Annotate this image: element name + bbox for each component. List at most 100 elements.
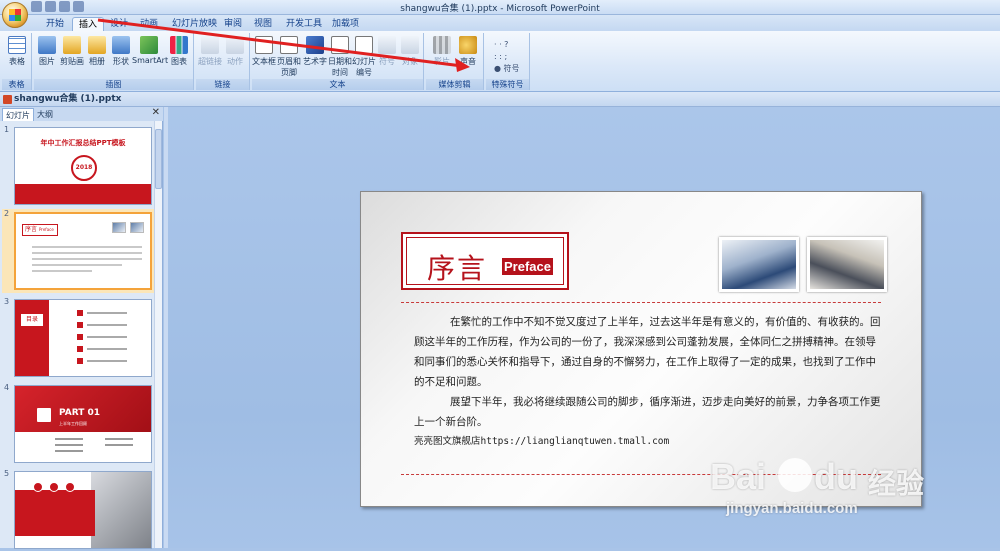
shapes-button[interactable]: 形状 [110, 36, 132, 67]
textbox-button[interactable]: 文本框 [252, 36, 276, 67]
tab-insert[interactable]: 插入 [72, 17, 105, 31]
store-line: 亮亮图文旗舰店https://lianglianqtuwen.tmall.com [414, 436, 670, 447]
slide-thumbnail-1[interactable]: 1 年中工作汇报总结PPT模板 2018 [2, 125, 154, 207]
slide-photo-meeting-1[interactable] [719, 237, 799, 292]
tab-slideshow[interactable]: 幻灯片放映 [166, 17, 223, 31]
date-time-label: 日期和时间 [328, 57, 352, 77]
clipart-button[interactable]: 剪贴画 [60, 36, 84, 67]
action-icon [226, 36, 244, 54]
thumbnail-dot [49, 482, 59, 492]
shapes-icon [112, 36, 130, 54]
group-label-text: 文本 [252, 79, 423, 90]
header-footer-button[interactable]: 页眉和页脚 [276, 36, 302, 78]
pane-splitter[interactable] [164, 107, 168, 548]
slide-number: 4 [4, 383, 10, 392]
thumbnail-text-line [32, 252, 142, 254]
thumbnail-text-line [87, 324, 127, 326]
thumbnail-text-line [55, 444, 83, 446]
slide-title-frame: 序言 Preface [406, 237, 564, 285]
date-time-button[interactable]: 日期和时间 [328, 36, 352, 78]
tab-view[interactable]: 视图 [248, 17, 278, 31]
ribbon-tab-bar: 开始 插入 设计 动画 幻灯片放映 审阅 视图 开发工具 加载项 [0, 15, 1000, 31]
body-paragraph-2: 展望下半年，我必将继续跟随公司的脚步，循序渐进，迈步走向美好的前景，力争各项工作… [414, 396, 881, 428]
thumbnail-photo [112, 222, 126, 233]
body-paragraph-1: 在繁忙的工作中不知不觉又度过了上半年，过去这半年是有意义的，有价值的、有收获的。… [414, 316, 881, 388]
smartart-button[interactable]: SmartArt [132, 36, 168, 65]
slide-body-text[interactable]: 在繁忙的工作中不知不觉又度过了上半年，过去这半年是有意义的，有价值的、有收获的。… [414, 312, 884, 452]
hyperlink-button[interactable]: 超链接 [198, 36, 222, 67]
group-label-links: 链接 [196, 79, 249, 90]
watermark-url: jingyan.baidu.com [726, 500, 858, 517]
slide-title-box[interactable]: 序言 Preface [401, 232, 569, 290]
slide-title-cn: 序言 [427, 252, 488, 285]
slide-number: 3 [4, 297, 10, 306]
thumbnail-title: PART 01 [59, 408, 101, 418]
slide-number-button[interactable]: 幻灯片编号 [352, 36, 376, 78]
special-symbols-grid[interactable]: · · ?: : ; ● 符号 [494, 39, 520, 75]
tab-outline[interactable]: 大纲 [34, 108, 56, 121]
header-footer-label: 页眉和页脚 [277, 57, 301, 77]
office-button[interactable] [2, 2, 28, 28]
ribbon: 表格 表格 图片 剪贴画 相册 形状 SmartArt 图表 插图 超链接 动作… [0, 31, 1000, 92]
table-button[interactable]: 表格 [6, 36, 28, 67]
slide-editor: 序言 Preface 在繁忙的工作中不知不觉又度过了上半年，过去这半年是有意义的… [164, 107, 1000, 548]
tab-home[interactable]: 开始 [40, 17, 70, 31]
thumbnail-frame: 目录 [14, 299, 152, 377]
close-icon[interactable]: ✕ [152, 107, 160, 118]
slide-thumbnail-2[interactable]: 2 序言 Preface [2, 209, 154, 293]
slide-thumbnail-4[interactable]: 4 PART 01 上半年工作回顾 [2, 383, 154, 465]
slide-number: 2 [4, 209, 10, 218]
thumbnail-title: 目录 [21, 314, 43, 326]
textbox-icon [255, 36, 273, 54]
thumbnail-text-line [55, 450, 83, 452]
table-button-label: 表格 [9, 57, 25, 66]
pane-tabs: 幻灯片 大纲 ✕ [0, 107, 163, 121]
wordart-button[interactable]: 艺术字 [302, 36, 328, 67]
thumbnail-text-line [87, 348, 127, 350]
chart-icon [170, 36, 188, 54]
tab-developer[interactable]: 开发工具 [280, 17, 328, 31]
album-label: 相册 [89, 57, 105, 66]
album-button[interactable]: 相册 [86, 36, 108, 67]
slide-thumbnail-5[interactable]: 5 [2, 469, 154, 551]
thumbnail-red-panel [15, 300, 49, 376]
tab-review[interactable]: 审阅 [218, 17, 248, 31]
special-symbol-label: 符号 [503, 64, 520, 73]
thumbnail-frame: 年中工作汇报总结PPT模板 2018 [14, 127, 152, 205]
scrollbar-thumb[interactable] [155, 129, 162, 189]
hyperlink-icon [201, 36, 219, 54]
object-label: 对象 [402, 57, 418, 66]
thumbnail-photo [91, 472, 151, 548]
tab-addins[interactable]: 加载项 [326, 17, 365, 31]
thumbnail-title-en: Preface [38, 227, 54, 232]
slide-photo-meeting-2[interactable] [807, 237, 887, 292]
watermark-brand-latin: Bai [710, 456, 767, 497]
symbol-button[interactable]: 符号 [376, 36, 398, 67]
chart-button[interactable]: 图表 [168, 36, 190, 67]
thumbnail-dot [33, 482, 43, 492]
paw-icon [778, 458, 812, 492]
thumbnail-frame: 序言 Preface [14, 212, 152, 290]
tab-slides[interactable]: 幻灯片 [2, 108, 34, 121]
sound-button[interactable]: 声音 [456, 36, 480, 67]
group-label-media: 媒体剪辑 [426, 79, 483, 90]
movie-button[interactable]: 影片 [430, 36, 454, 67]
tab-animations[interactable]: 动画 [134, 17, 164, 31]
thumbnail-text-line [55, 438, 83, 440]
date-time-icon [331, 36, 349, 54]
thumbnail-text-line [32, 246, 142, 248]
pane-scrollbar[interactable] [154, 121, 162, 548]
slide-thumbnail-3[interactable]: 3 目录 [2, 297, 154, 379]
slide-number: 1 [4, 125, 10, 134]
picture-button[interactable]: 图片 [36, 36, 58, 67]
object-button[interactable]: 对象 [398, 36, 422, 67]
slide-number-label: 幻灯片编号 [352, 57, 376, 77]
tab-design[interactable]: 设计 [104, 17, 134, 31]
slide-number-icon [355, 36, 373, 54]
slide-number: 5 [4, 469, 10, 478]
thumbnail-subtitle: 上半年工作回顾 [59, 421, 87, 426]
action-button[interactable]: 动作 [224, 36, 246, 67]
document-tab[interactable]: shangwu合集 (1).pptx [2, 93, 121, 106]
action-label: 动作 [227, 57, 243, 66]
group-label-illustrations: 插图 [34, 79, 193, 90]
